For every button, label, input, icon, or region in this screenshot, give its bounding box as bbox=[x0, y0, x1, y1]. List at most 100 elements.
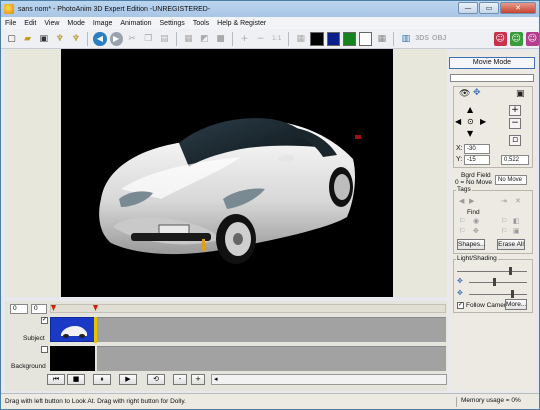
menu-settings[interactable]: Settings bbox=[160, 20, 185, 27]
zoom-value-field[interactable]: 0.522 bbox=[501, 155, 529, 165]
move-axis-icon[interactable]: ✥ bbox=[473, 88, 481, 98]
tag-delete-icon[interactable]: ✕ bbox=[515, 197, 521, 205]
find-camera-icon[interactable]: ▣ bbox=[513, 227, 520, 235]
window-title: sans nom* - PhotoAnim 3D Expert Edition … bbox=[18, 5, 211, 13]
color-green-swatch[interactable] bbox=[342, 31, 357, 46]
loop-button[interactable]: ⟲ bbox=[147, 374, 165, 385]
timeline-scrollbar[interactable]: ◂ bbox=[211, 374, 447, 385]
render-viewport[interactable] bbox=[61, 49, 393, 297]
zoom-out-icon[interactable]: − bbox=[254, 32, 267, 46]
erase-all-button[interactable]: Erase All bbox=[497, 239, 525, 250]
center-icon[interactable]: ⊙ bbox=[467, 117, 474, 126]
find-flag-icon[interactable]: ⚐ bbox=[459, 217, 465, 225]
bgrd-field-value[interactable]: No Move bbox=[495, 175, 527, 185]
background-track-checkbox[interactable] bbox=[41, 346, 48, 353]
shapes-button[interactable]: Shapes... bbox=[457, 239, 485, 250]
character-purple-icon[interactable]: ☺ bbox=[525, 31, 539, 46]
movie-mode-button[interactable]: Movie Mode bbox=[449, 57, 535, 69]
stop-button[interactable]: ■ bbox=[67, 374, 85, 385]
follow-camera-checkbox[interactable]: ✓ bbox=[457, 302, 464, 309]
open-folder-icon[interactable]: ▰ bbox=[21, 32, 34, 46]
pause-button[interactable]: ⏸ bbox=[93, 374, 111, 385]
zoom-reset-button[interactable]: 1:1 bbox=[270, 32, 283, 46]
light-slider-1-track[interactable] bbox=[457, 271, 527, 272]
close-button[interactable]: ✕ bbox=[500, 2, 536, 14]
new-file-icon[interactable]: ▢ bbox=[5, 32, 18, 46]
more-button[interactable]: More... bbox=[505, 299, 527, 310]
film-icon[interactable]: ▥ bbox=[399, 32, 412, 46]
format-3ds-label[interactable]: 3DS bbox=[415, 35, 429, 42]
menu-image[interactable]: Image bbox=[93, 20, 112, 27]
eye-icon[interactable]: 👁 bbox=[459, 89, 470, 99]
export-icon[interactable]: ♆ bbox=[53, 32, 66, 46]
car-3d-model[interactable] bbox=[61, 49, 393, 297]
arrow-right-icon[interactable]: ▶ bbox=[480, 117, 486, 126]
rewind-button[interactable]: ⏮ bbox=[47, 374, 65, 385]
import-icon[interactable]: ♆ bbox=[69, 32, 82, 46]
subject-track-checkbox[interactable]: ✓ bbox=[41, 317, 48, 324]
grid-pattern-icon[interactable]: ▦ bbox=[375, 32, 388, 46]
image-fill-icon[interactable]: ■ bbox=[214, 32, 227, 46]
y-field[interactable]: -15 bbox=[464, 155, 490, 165]
x-field[interactable]: -30 bbox=[464, 144, 490, 154]
frame-square-button[interactable]: ▫ bbox=[509, 135, 521, 146]
menu-animation[interactable]: Animation bbox=[120, 20, 151, 27]
tag-prev-icon[interactable]: ◀ bbox=[459, 197, 464, 205]
tag-last-icon[interactable]: ⇥ bbox=[501, 197, 507, 205]
scroll-left-icon[interactable]: ◂ bbox=[214, 375, 218, 383]
timeline-ruler[interactable] bbox=[50, 304, 446, 313]
color-black-swatch[interactable] bbox=[310, 31, 324, 46]
background-track-thumbnail[interactable] bbox=[50, 346, 95, 371]
format-obj-label[interactable]: OBJ bbox=[432, 35, 446, 42]
frame-start-field[interactable]: 0 bbox=[10, 304, 28, 314]
cut-icon[interactable]: ✂ bbox=[126, 32, 139, 46]
checker-icon[interactable]: ▦ bbox=[182, 32, 195, 46]
zoom-minus-button[interactable]: − bbox=[509, 118, 521, 129]
arrow-down-icon[interactable]: ▼ bbox=[467, 129, 473, 138]
find-move-icon[interactable]: ✥ bbox=[473, 227, 479, 235]
menu-tools[interactable]: Tools bbox=[193, 20, 209, 27]
subject-track[interactable] bbox=[97, 317, 446, 342]
arrow-up-icon[interactable]: ▲ bbox=[467, 105, 473, 114]
minimize-button[interactable]: — bbox=[458, 2, 478, 14]
find-flag-3-icon[interactable]: ⚐ bbox=[501, 227, 507, 235]
light-slider-3-track[interactable] bbox=[469, 294, 527, 295]
save-icon[interactable]: ▣ bbox=[37, 32, 50, 46]
menu-mode[interactable]: Mode bbox=[67, 20, 85, 27]
find-eye-icon[interactable]: ◉ bbox=[473, 217, 479, 225]
menu-view[interactable]: View bbox=[44, 20, 59, 27]
mode-field[interactable] bbox=[450, 74, 534, 82]
paste-icon[interactable]: ▤ bbox=[158, 32, 171, 46]
find-speaker-icon[interactable]: ◧ bbox=[513, 217, 520, 225]
zoom-plus-button[interactable]: + bbox=[509, 105, 521, 116]
frame-current-field[interactable]: 0 bbox=[31, 304, 47, 314]
menu-file[interactable]: File bbox=[5, 20, 16, 27]
undo-icon[interactable]: ◀ bbox=[93, 31, 107, 46]
color-white-swatch[interactable] bbox=[359, 31, 373, 46]
find-flag-right-icon[interactable]: ⚐ bbox=[501, 217, 507, 225]
maximize-button[interactable]: ▭ bbox=[479, 2, 499, 14]
timeline-zoom-in-button[interactable]: + bbox=[191, 374, 205, 385]
character-green-icon[interactable]: ☺ bbox=[509, 31, 523, 46]
play-button[interactable]: ▶ bbox=[119, 374, 137, 385]
light-slider-2-thumb[interactable] bbox=[493, 278, 496, 286]
find-flag-2-icon[interactable]: ⚐ bbox=[459, 227, 465, 235]
color-navy-swatch[interactable] bbox=[326, 31, 340, 46]
menu-edit[interactable]: Edit bbox=[24, 20, 36, 27]
redo-icon[interactable]: ▶ bbox=[109, 31, 123, 46]
menu-help-register[interactable]: Help & Register bbox=[217, 20, 266, 27]
light-slider-3-thumb[interactable] bbox=[511, 290, 514, 298]
grid-icon[interactable]: ▦ bbox=[294, 32, 307, 46]
copy-icon[interactable]: ❐ bbox=[142, 32, 155, 46]
image-flip-icon[interactable]: ◩ bbox=[198, 32, 211, 46]
timeline-zoom-out-button[interactable]: - bbox=[173, 374, 187, 385]
arrow-left-icon[interactable]: ◀ bbox=[455, 117, 461, 126]
character-red-icon[interactable]: ☺ bbox=[493, 31, 507, 46]
subject-track-thumbnail[interactable] bbox=[50, 317, 95, 342]
zoom-in-icon[interactable]: + bbox=[238, 32, 251, 46]
tag-next-icon[interactable]: ▶ bbox=[469, 197, 474, 205]
camera-icon[interactable]: ▣ bbox=[516, 89, 525, 99]
light-slider-2-track[interactable] bbox=[469, 282, 527, 283]
background-track[interactable] bbox=[97, 346, 446, 371]
light-slider-1-thumb[interactable] bbox=[509, 267, 512, 275]
